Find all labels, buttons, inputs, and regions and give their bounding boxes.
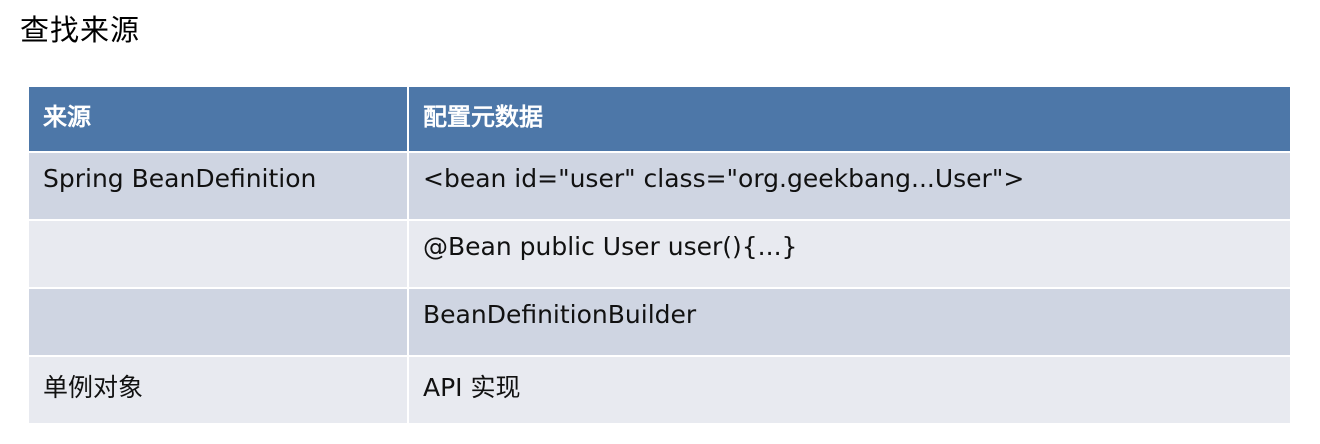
header-metadata: 配置元数据 <box>407 85 1292 153</box>
table-row: BeanDefinitionBuilder <box>27 287 1292 357</box>
cell-metadata: API 实现 <box>407 355 1292 425</box>
cell-metadata: <bean id="user" class="org.geekbang...Us… <box>407 151 1292 221</box>
cell-metadata: BeanDefinitionBuilder <box>407 287 1292 357</box>
cell-source <box>27 219 409 289</box>
page-title: 查找来源 <box>20 13 141 47</box>
cell-source: 单例对象 <box>27 355 409 425</box>
cell-source <box>27 287 409 357</box>
cell-source: Spring BeanDefinition <box>27 151 409 221</box>
header-source: 来源 <box>27 85 409 153</box>
cell-metadata: @Bean public User user(){...} <box>407 219 1292 289</box>
source-table: 来源 配置元数据 Spring BeanDefinition <bean id=… <box>27 85 1292 425</box>
table-row: 单例对象 API 实现 <box>27 355 1292 425</box>
table-row: Spring BeanDefinition <bean id="user" cl… <box>27 151 1292 221</box>
table-header-row: 来源 配置元数据 <box>27 85 1292 153</box>
table-row: @Bean public User user(){...} <box>27 219 1292 289</box>
